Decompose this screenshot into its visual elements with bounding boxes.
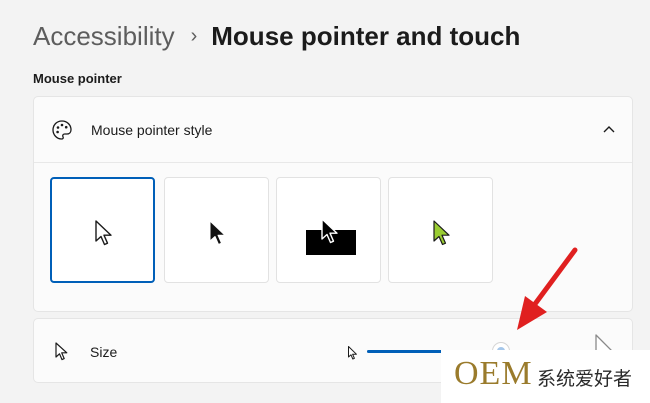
- watermark-logo-oem: OEM: [454, 355, 533, 392]
- pointer-style-black-option[interactable]: [164, 177, 269, 283]
- white-pointer-icon: [95, 220, 112, 246]
- inverted-pointer-icon: [321, 218, 338, 244]
- pointer-style-inverted-option[interactable]: [276, 177, 381, 283]
- breadcrumb-accessibility-link[interactable]: Accessibility: [33, 21, 175, 52]
- mouse-pointer-style-header[interactable]: Mouse pointer style: [34, 97, 632, 163]
- breadcrumb: Accessibility › Mouse pointer and touch: [33, 18, 520, 54]
- section-label-mouse-pointer: Mouse pointer: [33, 71, 122, 86]
- small-pointer-icon: [348, 346, 357, 360]
- pointer-style-white-option[interactable]: [50, 177, 155, 283]
- mouse-pointer-style-label: Mouse pointer style: [91, 122, 213, 138]
- pointer-size-icon: [55, 342, 68, 361]
- chevron-up-icon[interactable]: [602, 123, 616, 135]
- red-annotation-arrow: [517, 247, 578, 330]
- page-title: Mouse pointer and touch: [211, 20, 521, 51]
- breadcrumb-chevron-icon: ›: [190, 24, 198, 47]
- pointer-style-custom-option[interactable]: [388, 177, 493, 283]
- size-label: Size: [90, 344, 118, 360]
- watermark-text: 系统爱好者: [537, 369, 633, 390]
- black-pointer-icon: [209, 220, 226, 245]
- palette-icon: [52, 120, 72, 140]
- custom-lime-pointer-icon: [433, 220, 450, 246]
